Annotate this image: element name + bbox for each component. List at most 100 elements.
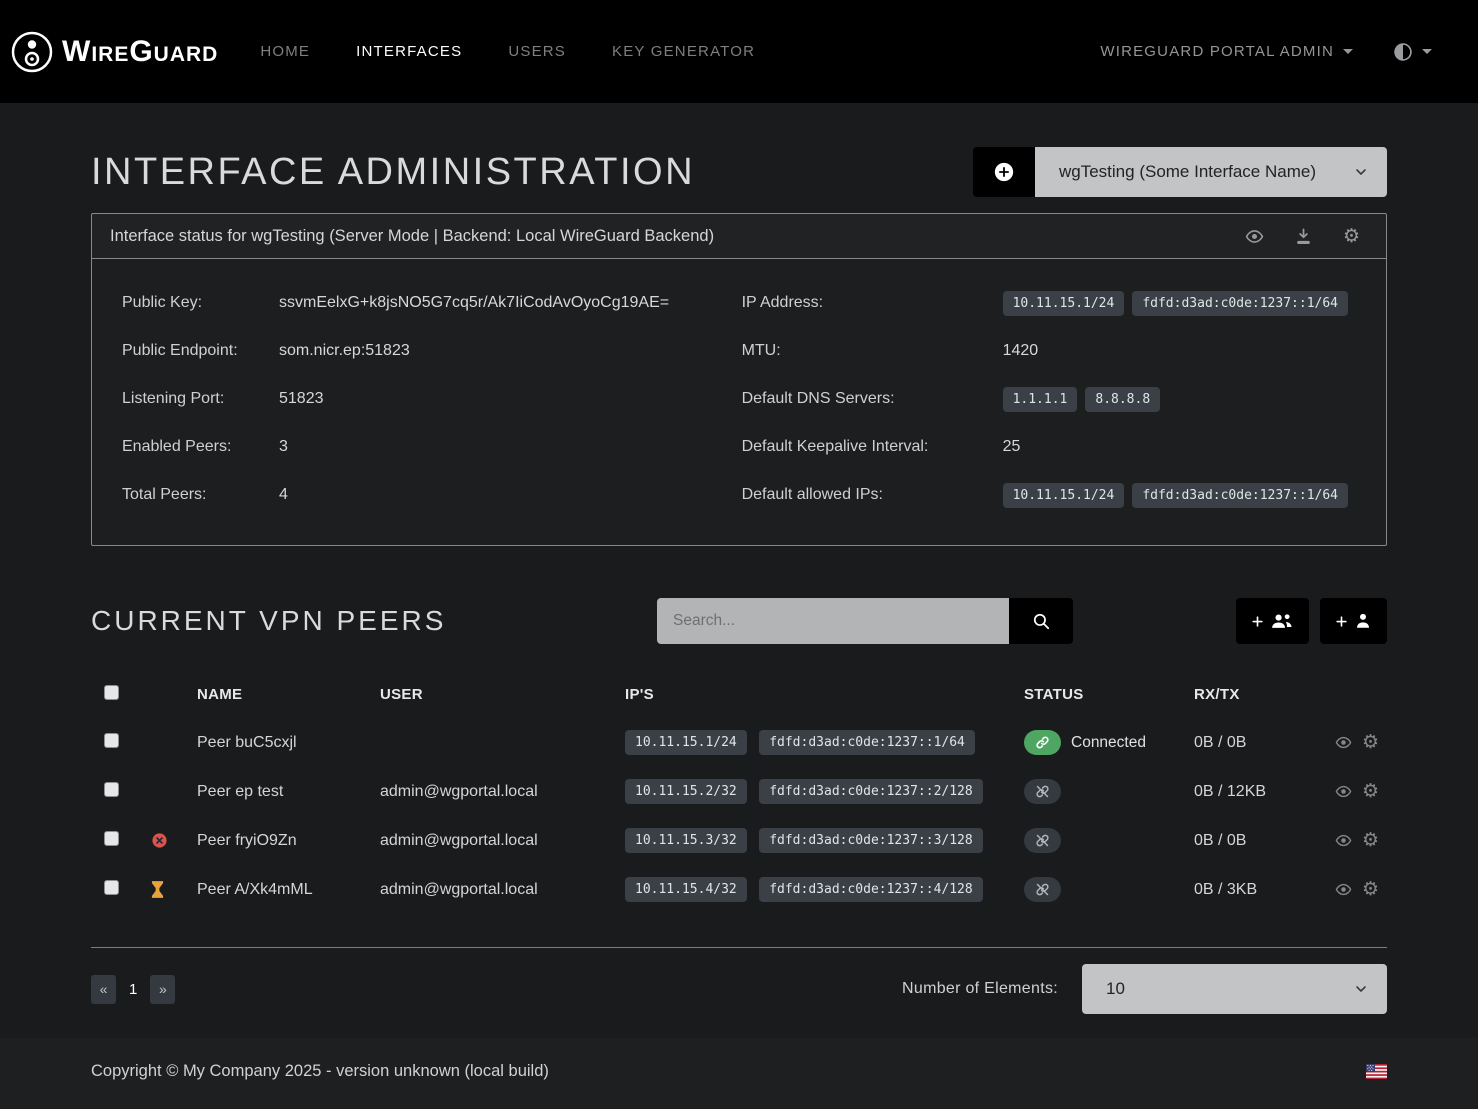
table-row: Peer buC5cxjl 10.11.15.1/24 fdfd:d3ad:c0… [91, 718, 1387, 767]
interface-select-value: wgTesting (Some Interface Name) [1059, 162, 1316, 182]
peer-ip-badge: 10.11.15.4/32 [625, 877, 747, 902]
user-menu-dropdown[interactable]: WIREGUARD PORTAL ADMIN [1100, 43, 1353, 60]
peers-section-title: CURRENT VPN PEERS [91, 605, 446, 637]
row-checkbox[interactable] [104, 831, 119, 846]
interface-settings-gear-icon[interactable]: ⚙ [1343, 227, 1360, 246]
page-size-select[interactable]: 10 [1082, 964, 1387, 1014]
peer-settings-gear-icon[interactable]: ⚙ [1362, 733, 1379, 752]
link-slash-icon [1035, 833, 1050, 848]
circle-half-theme-icon [1393, 42, 1413, 62]
enabled-peers-value: 3 [279, 438, 288, 456]
row-checkbox[interactable] [104, 733, 119, 748]
info-row: Listening Port: 51823 [122, 375, 742, 423]
wireguard-logo-icon [10, 30, 54, 74]
download-config-icon[interactable] [1294, 227, 1313, 246]
page-size-value: 10 [1106, 979, 1125, 999]
peer-rxtx: 0B / 3KB [1194, 881, 1327, 899]
view-peer-eye-icon[interactable] [1335, 783, 1352, 800]
link-icon [1035, 735, 1050, 750]
info-row: Total Peers: 4 [122, 471, 742, 519]
column-header-rxtx: RX/TX [1194, 686, 1327, 703]
view-peer-eye-icon[interactable] [1335, 881, 1352, 898]
peer-name: Peer ep test [197, 783, 380, 801]
chevron-down-icon [1353, 164, 1369, 180]
navbar: WireGuard HOME INTERFACES USERS KEY GENE… [0, 0, 1478, 103]
table-row: Peer ep test admin@wgportal.local 10.11.… [91, 767, 1387, 816]
disconnected-status-pill [1024, 779, 1061, 804]
peer-expiring-hourglass-icon [151, 881, 164, 898]
connected-status-pill [1024, 730, 1061, 755]
info-label: Default DNS Servers: [742, 390, 1003, 408]
brand-link[interactable]: WireGuard [10, 30, 218, 74]
public-endpoint-value: som.nicr.ep:51823 [279, 342, 410, 360]
add-interface-button[interactable] [973, 147, 1035, 197]
card-title: Interface status for wgTesting (Server M… [110, 227, 714, 246]
peer-disabled-x-circle-icon [151, 832, 168, 849]
link-slash-icon [1035, 784, 1050, 799]
allowed-ip-badge: fdfd:d3ad:c0de:1237::1/64 [1132, 483, 1348, 508]
column-header-user: USER [380, 686, 625, 703]
info-label: Public Endpoint: [122, 342, 279, 360]
column-header-name: NAME [197, 686, 380, 703]
pagination-next-button[interactable]: » [150, 975, 175, 1004]
pagination: « 1 » [91, 975, 175, 1004]
theme-toggle-dropdown[interactable] [1393, 42, 1432, 62]
table-bottom-divider [91, 947, 1387, 948]
info-label: Enabled Peers: [122, 438, 279, 456]
nav-item-home[interactable]: HOME [260, 43, 310, 60]
row-checkbox[interactable] [104, 782, 119, 797]
peer-settings-gear-icon[interactable]: ⚙ [1362, 880, 1379, 899]
ip-badge: fdfd:d3ad:c0de:1237::1/64 [1132, 291, 1348, 316]
disconnected-status-pill [1024, 877, 1061, 902]
pagination-current-page[interactable]: 1 [129, 981, 137, 998]
peers-table: NAME USER IP'S STATUS RX/TX Peer buC5cxj… [91, 670, 1387, 948]
peer-ip-badge: fdfd:d3ad:c0de:1237::3/128 [759, 828, 983, 853]
caret-down-icon [1422, 49, 1432, 54]
table-header: NAME USER IP'S STATUS RX/TX [91, 670, 1387, 718]
peer-name: Peer A/Xk4mML [197, 881, 380, 899]
chevron-down-icon [1353, 981, 1369, 997]
add-multiple-peers-button[interactable] [1236, 598, 1309, 644]
user-icon [1354, 612, 1372, 630]
nav-item-interfaces[interactable]: INTERFACES [356, 43, 462, 60]
peer-user: admin@wgportal.local [380, 783, 625, 801]
main-nav: HOME INTERFACES USERS KEY GENERATOR [260, 43, 755, 61]
search-button[interactable] [1009, 598, 1073, 644]
peer-name: Peer fryiO9Zn [197, 832, 380, 850]
pagination-prev-button[interactable]: « [91, 975, 116, 1004]
info-row: Default DNS Servers: 1.1.1.1 8.8.8.8 [742, 375, 1356, 423]
peer-ip-badge: 10.11.15.1/24 [625, 730, 747, 755]
brand-text: WireGuard [62, 35, 218, 69]
plus-icon [1335, 615, 1348, 628]
footer: Copyright © My Company 2025 - version un… [0, 1038, 1478, 1109]
view-peer-eye-icon[interactable] [1335, 734, 1352, 751]
dns-badge: 8.8.8.8 [1085, 387, 1160, 412]
peer-settings-gear-icon[interactable]: ⚙ [1362, 831, 1379, 850]
nav-item-key-generator[interactable]: KEY GENERATOR [612, 43, 755, 60]
search-icon [1032, 612, 1051, 631]
view-config-eye-icon[interactable] [1245, 227, 1264, 246]
info-label: Default allowed IPs: [742, 486, 1003, 504]
nav-item-users[interactable]: USERS [508, 43, 566, 60]
peer-user: admin@wgportal.local [380, 832, 625, 850]
interface-select[interactable]: wgTesting (Some Interface Name) [1035, 147, 1387, 197]
row-checkbox[interactable] [104, 880, 119, 895]
info-label: MTU: [742, 342, 1003, 360]
us-flag-language-icon[interactable] [1366, 1064, 1387, 1079]
listening-port-value: 51823 [279, 390, 324, 408]
view-peer-eye-icon[interactable] [1335, 832, 1352, 849]
column-header-ips: IP'S [625, 686, 1024, 703]
peer-ip-badge: fdfd:d3ad:c0de:1237::1/64 [759, 730, 975, 755]
info-row: Public Endpoint: som.nicr.ep:51823 [122, 327, 742, 375]
mtu-value: 1420 [1003, 342, 1039, 360]
table-row: Peer A/Xk4mML admin@wgportal.local 10.11… [91, 865, 1387, 914]
search-input[interactable] [657, 598, 1009, 644]
user-menu-label: WIREGUARD PORTAL ADMIN [1100, 43, 1334, 60]
page-title: INTERFACE ADMINISTRATION [91, 151, 695, 194]
peer-settings-gear-icon[interactable]: ⚙ [1362, 782, 1379, 801]
info-label: IP Address: [742, 294, 1003, 312]
page-size-label: Number of Elements: [902, 980, 1058, 998]
select-all-checkbox[interactable] [104, 685, 119, 700]
add-peer-button[interactable] [1320, 598, 1387, 644]
interface-status-card: Interface status for wgTesting (Server M… [91, 213, 1387, 546]
